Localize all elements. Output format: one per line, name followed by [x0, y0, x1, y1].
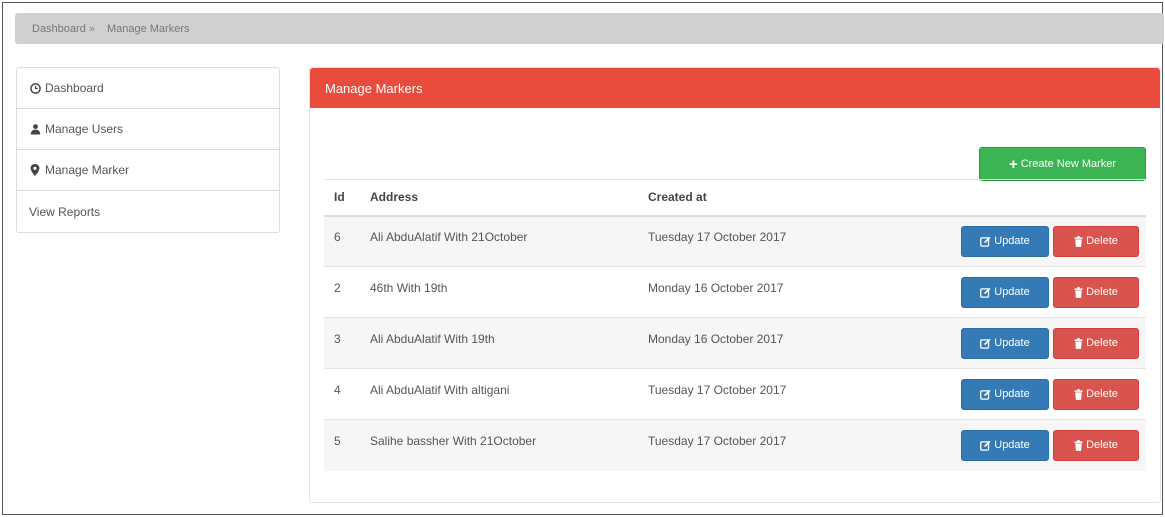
table-row: 4 Ali AbduAlatif With altigani Tuesday 1… [324, 368, 1146, 420]
cell-actions: Update Delete [938, 317, 1146, 369]
cell-id: 6 [324, 215, 360, 267]
sidebar: Dashboard Manage Users Manage Marker Vie… [16, 67, 280, 233]
update-button[interactable]: Update [961, 378, 1049, 410]
edit-icon [980, 389, 991, 400]
update-button[interactable]: Update [961, 327, 1049, 359]
cell-id: 3 [324, 317, 360, 369]
edit-icon [980, 338, 991, 349]
table-row: 3 Ali AbduAlatif With 19th Monday 16 Oct… [324, 317, 1146, 369]
trash-icon [1074, 286, 1083, 298]
trash-icon [1074, 439, 1083, 451]
cell-address: Salihe bassher With 21October [360, 419, 638, 471]
cell-actions: Update Delete [938, 368, 1146, 420]
sidebar-item-manage-users[interactable]: Manage Users [17, 109, 279, 150]
manage-markers-panel: Manage Markers + Create New Marker Id Ad… [309, 67, 1161, 503]
trash-icon [1074, 388, 1083, 400]
edit-icon [980, 236, 991, 247]
table-row: 6 Ali AbduAlatif With 21October Tuesday … [324, 215, 1146, 267]
cell-id: 2 [324, 266, 360, 318]
map-marker-icon [29, 164, 41, 176]
sidebar-item-label: Manage Users [45, 122, 124, 136]
clock-icon [29, 82, 41, 94]
cell-address: Ali AbduAlatif With 21October [360, 215, 638, 267]
column-header-created-at: Created at [638, 179, 938, 217]
table-row: 2 46th With 19th Monday 16 October 2017 … [324, 266, 1146, 318]
markers-table: Id Address Created at 6 Ali AbduAlatif W… [324, 179, 1146, 471]
cell-actions: Update Delete [938, 266, 1146, 318]
sidebar-item-view-reports[interactable]: View Reports [17, 191, 279, 232]
breadcrumb-current: Manage Markers [106, 22, 190, 35]
cell-id: 5 [324, 419, 360, 471]
column-header-address: Address [360, 179, 638, 217]
trash-icon [1074, 235, 1083, 247]
cell-created-at: Tuesday 17 October 2017 [638, 368, 938, 420]
update-button[interactable]: Update [961, 225, 1049, 257]
cell-actions: Update Delete [938, 215, 1146, 267]
cell-created-at: Monday 16 October 2017 [638, 266, 938, 318]
cell-address: 46th With 19th [360, 266, 638, 318]
create-button-label: Create New Marker [1020, 158, 1117, 170]
sidebar-item-dashboard[interactable]: Dashboard [17, 68, 279, 109]
edit-icon [980, 440, 991, 451]
cell-created-at: Tuesday 17 October 2017 [638, 419, 938, 471]
delete-button[interactable]: Delete [1053, 429, 1139, 461]
user-icon [29, 123, 41, 135]
panel-title: Manage Markers [325, 80, 423, 96]
delete-button[interactable]: Delete [1053, 276, 1139, 308]
trash-icon [1074, 337, 1083, 349]
cell-address: Ali AbduAlatif With 19th [360, 317, 638, 369]
sidebar-item-label: Dashboard [45, 81, 104, 95]
delete-button[interactable]: Delete [1053, 327, 1139, 359]
update-button[interactable]: Update [961, 276, 1049, 308]
panel-header: Manage Markers [310, 68, 1160, 108]
cell-address: Ali AbduAlatif With altigani [360, 368, 638, 420]
breadcrumb: Dashboard » Manage Markers [15, 13, 1164, 44]
delete-button[interactable]: Delete [1053, 378, 1139, 410]
cell-actions: Update Delete [938, 419, 1146, 471]
update-button[interactable]: Update [961, 429, 1049, 461]
table-row: 5 Salihe bassher With 21October Tuesday … [324, 419, 1146, 471]
column-header-actions [938, 179, 1146, 217]
sidebar-item-manage-marker[interactable]: Manage Marker [17, 150, 279, 191]
edit-icon [980, 287, 991, 298]
create-new-marker-button[interactable]: + Create New Marker [979, 147, 1146, 181]
sidebar-item-label: View Reports [29, 204, 101, 219]
plus-icon: + [1008, 155, 1018, 173]
breadcrumb-separator: » [88, 22, 95, 35]
sidebar-item-label: Manage Marker [45, 163, 130, 177]
delete-button[interactable]: Delete [1053, 225, 1139, 257]
cell-created-at: Tuesday 17 October 2017 [638, 215, 938, 267]
table-header-row: Id Address Created at [324, 179, 1146, 217]
cell-created-at: Monday 16 October 2017 [638, 317, 938, 369]
cell-id: 4 [324, 368, 360, 420]
column-header-id: Id [324, 179, 360, 217]
breadcrumb-dashboard-link[interactable]: Dashboard [32, 23, 86, 35]
